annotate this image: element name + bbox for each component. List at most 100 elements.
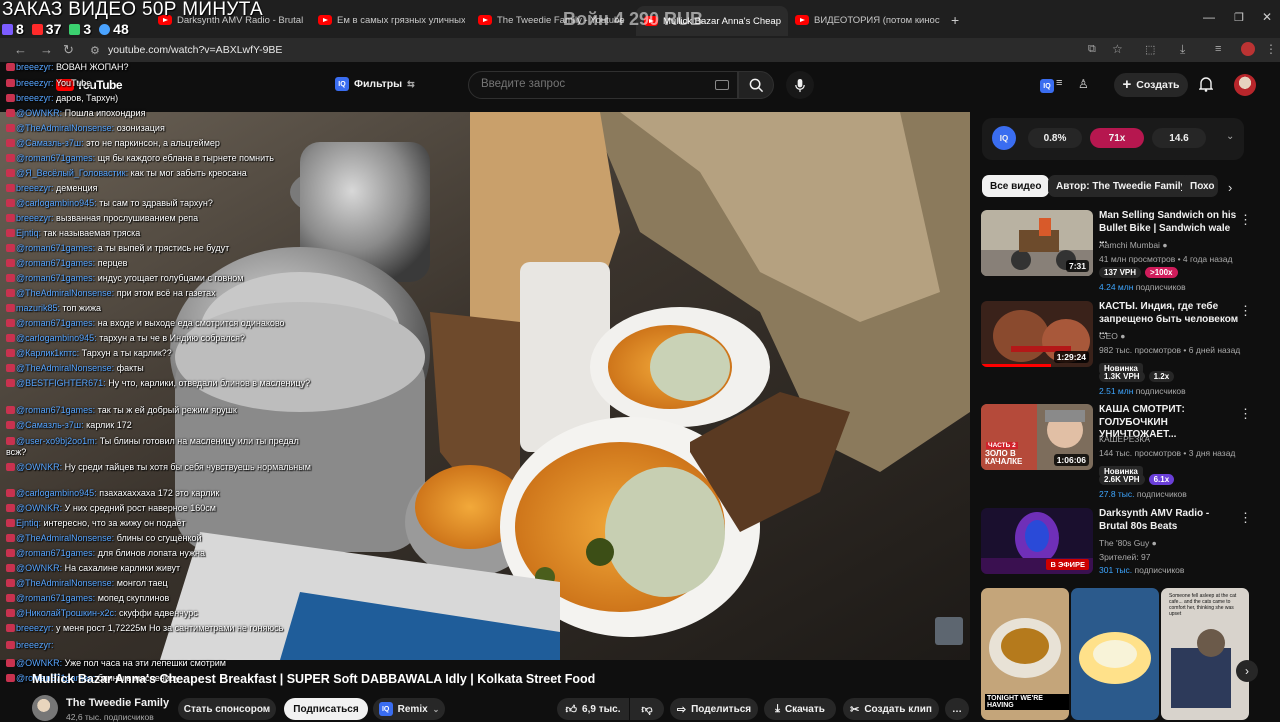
search-input[interactable] <box>481 78 701 90</box>
chat-username: @roman671games: <box>16 153 95 163</box>
video-thumbnail[interactable]: 7:31 <box>981 210 1093 276</box>
channel-name[interactable]: The '80s Guy ● <box>1099 538 1157 548</box>
url-field[interactable]: youtube.com/watch?v=ABXLwfY-9BE <box>108 44 282 56</box>
browser-tab[interactable]: ВИДЕОТОРИЯ (потом кинострим✕ <box>795 8 940 32</box>
bookmark-star-icon[interactable]: ☆ <box>1112 42 1123 56</box>
outlier-badge: >100x <box>1145 267 1177 278</box>
channel-subscribers: 4.24 млн подписчиков <box>1099 282 1186 292</box>
keyboard-icon[interactable] <box>715 80 729 90</box>
filters-button[interactable]: IQ Фильтры ⇆ <box>335 77 415 91</box>
clip-button[interactable]: ✂Создать клип <box>843 698 939 720</box>
chip-similar[interactable]: Похо <box>1182 175 1218 197</box>
channel-name[interactable]: Aamchi Mumbai ● <box>1099 240 1167 250</box>
recommended-video[interactable]: ЧАСТЬ 2 ЗОЛО В КАЧАЛКЕ 1:06:06 КАША СМОТ… <box>981 404 1256 490</box>
create-button[interactable]: + Создать <box>1114 73 1188 97</box>
channel-name[interactable]: GEO ● <box>1099 331 1125 341</box>
short-thumbnail[interactable] <box>1071 588 1159 720</box>
subscriber-count: 42,6 тыс. подписчиков <box>66 712 154 722</box>
chat-username: @Я_Весёлый_Головастик: <box>16 168 128 178</box>
new-tab-button[interactable]: + <box>951 12 959 28</box>
chip-author[interactable]: Автор: The Tweedie Family <box>1048 175 1194 197</box>
share-button[interactable]: ⇨Поделиться <box>670 698 758 720</box>
platform-icon <box>6 319 15 327</box>
browser-tab[interactable]: Ем в самых грязных уличных✕ <box>318 8 465 32</box>
platform-icon <box>6 199 15 207</box>
video-meta: 41 млн просмотров • 4 года назад <box>1099 254 1232 264</box>
more-icon[interactable]: ⋮ <box>1239 303 1252 319</box>
recommended-video[interactable]: В ЭФИРЕ Darksynth AMV Radio - Brutal 80s… <box>981 508 1256 594</box>
short-thumbnail[interactable]: TONIGHT WE'RE HAVING <box>981 588 1069 720</box>
chat-text: Пошла ипохондрия <box>65 108 146 118</box>
engagement-rate: 0.8% <box>1028 128 1082 148</box>
plus-icon: + <box>1123 80 1132 90</box>
maximize-button[interactable]: ❐ <box>1234 11 1244 24</box>
more-icon[interactable]: ⋮ <box>1239 212 1252 228</box>
chat-message: Ejntiq: так называемая тряска <box>6 228 321 239</box>
short-thumbnail[interactable]: Someone fell asleep at the cat cafe... a… <box>1161 588 1249 720</box>
reload-icon[interactable]: ↻ <box>63 42 74 58</box>
recommended-video[interactable]: 7:31 Man Selling Sandwich on his Bullet … <box>981 210 1256 296</box>
voice-search-button[interactable] <box>786 71 814 99</box>
chevron-down-icon[interactable]: ⌄ <box>1226 131 1234 142</box>
extensions-icon[interactable]: ⬚ <box>1145 43 1155 56</box>
download-button[interactable]: ⤓Скачать <box>764 698 836 720</box>
search-box[interactable] <box>468 71 738 99</box>
chat-text: ты сам то здравый тархун? <box>99 198 213 208</box>
thumbnail-text: TONIGHT WE'RE HAVING <box>985 694 1069 710</box>
chat-message: @OWNKR: Уже пол часа на эти лепешки смот… <box>6 658 321 669</box>
search-button[interactable] <box>738 71 774 99</box>
video-thumbnail[interactable]: 1:29:24 <box>981 301 1093 367</box>
channel-avatar[interactable] <box>32 695 58 721</box>
video-title[interactable]: Darksynth AMV Radio - Brutal 80s Beats <box>1099 508 1239 533</box>
chat-username: @TheAdmiralNonsense: <box>16 578 114 588</box>
outlier-score: 71x <box>1090 128 1144 148</box>
shelf-next-button[interactable]: › <box>1236 660 1258 682</box>
sponsor-button[interactable]: Стать спонсором <box>178 698 276 720</box>
list-icon[interactable]: ≡ <box>1056 77 1062 89</box>
microphone-icon <box>794 78 806 93</box>
like-button[interactable]: 👍︎6,9 тыс. <box>557 698 629 720</box>
close-window-button[interactable]: ✕ <box>1262 10 1272 24</box>
channel-name[interactable]: КАШЕРЕЗКА <box>1099 434 1150 444</box>
video-duration: 1:29:24 <box>1054 351 1089 363</box>
chat-text: мопед скуплинов <box>98 593 170 603</box>
close-icon[interactable]: ✕ <box>781 15 788 28</box>
more-icon[interactable]: ⋮ <box>1239 406 1252 422</box>
remix-button[interactable]: IQRemix⌄ <box>373 698 445 720</box>
minimize-button[interactable]: — <box>1203 10 1215 24</box>
chat-text: деменция <box>56 183 97 193</box>
platform-icon <box>6 334 15 342</box>
reading-list-icon[interactable]: ≡ <box>1215 43 1221 55</box>
channel-name[interactable]: The Tweedie Family <box>66 697 169 709</box>
platform-icon <box>6 94 15 102</box>
donation-goal: Войн 4 290 RUB <box>563 9 703 30</box>
video-thumbnail[interactable]: ЧАСТЬ 2 ЗОЛО В КАЧАЛКЕ 1:06:06 <box>981 404 1093 470</box>
site-info-icon[interactable]: ⚙ <box>90 44 100 57</box>
chat-text: Уже пол часа на эти лепешки смотрим <box>65 658 226 668</box>
chat-message: breeezyr: у меня рост 1,72225м Но за сан… <box>6 623 321 634</box>
iq-icon[interactable]: IQ <box>1040 79 1054 93</box>
more-actions-button[interactable]: … <box>945 698 969 720</box>
dislike-button[interactable]: 👎︎ <box>630 698 664 720</box>
notifications-icon[interactable] <box>1199 76 1213 97</box>
download-icon[interactable]: ⤓ <box>1180 42 1185 57</box>
chat-message: @OWNKR: Пошла ипохондрия <box>6 108 321 119</box>
video-end-card-thumbnail[interactable] <box>935 617 963 645</box>
platform-icon <box>6 169 15 177</box>
recommended-video[interactable]: 1:29:24 КАСТЫ. Индия, где тебе запрещено… <box>981 301 1256 387</box>
profile-avatar[interactable] <box>1241 42 1255 56</box>
forward-icon[interactable]: → <box>40 42 53 57</box>
chevron-right-icon[interactable]: › <box>1228 180 1232 195</box>
chat-username: @carlogambino945: <box>16 333 97 343</box>
back-icon[interactable]: ← <box>14 42 27 57</box>
video-thumbnail[interactable]: В ЭФИРЕ <box>981 508 1093 574</box>
vidiq-icon[interactable]: ♙ <box>1078 77 1089 91</box>
more-icon[interactable]: ⋮ <box>1239 510 1252 526</box>
install-icon[interactable]: ⧉ <box>1088 43 1096 56</box>
chat-message: breeezyr: вызванная прослушиванием репа <box>6 213 321 224</box>
account-avatar[interactable] <box>1234 74 1256 96</box>
menu-icon[interactable]: ⋮ <box>1265 42 1277 56</box>
subscribe-button[interactable]: Подписаться <box>284 698 368 720</box>
chat-username: @roman671games: <box>16 405 95 415</box>
chip-all-videos[interactable]: Все видео <box>982 175 1049 197</box>
